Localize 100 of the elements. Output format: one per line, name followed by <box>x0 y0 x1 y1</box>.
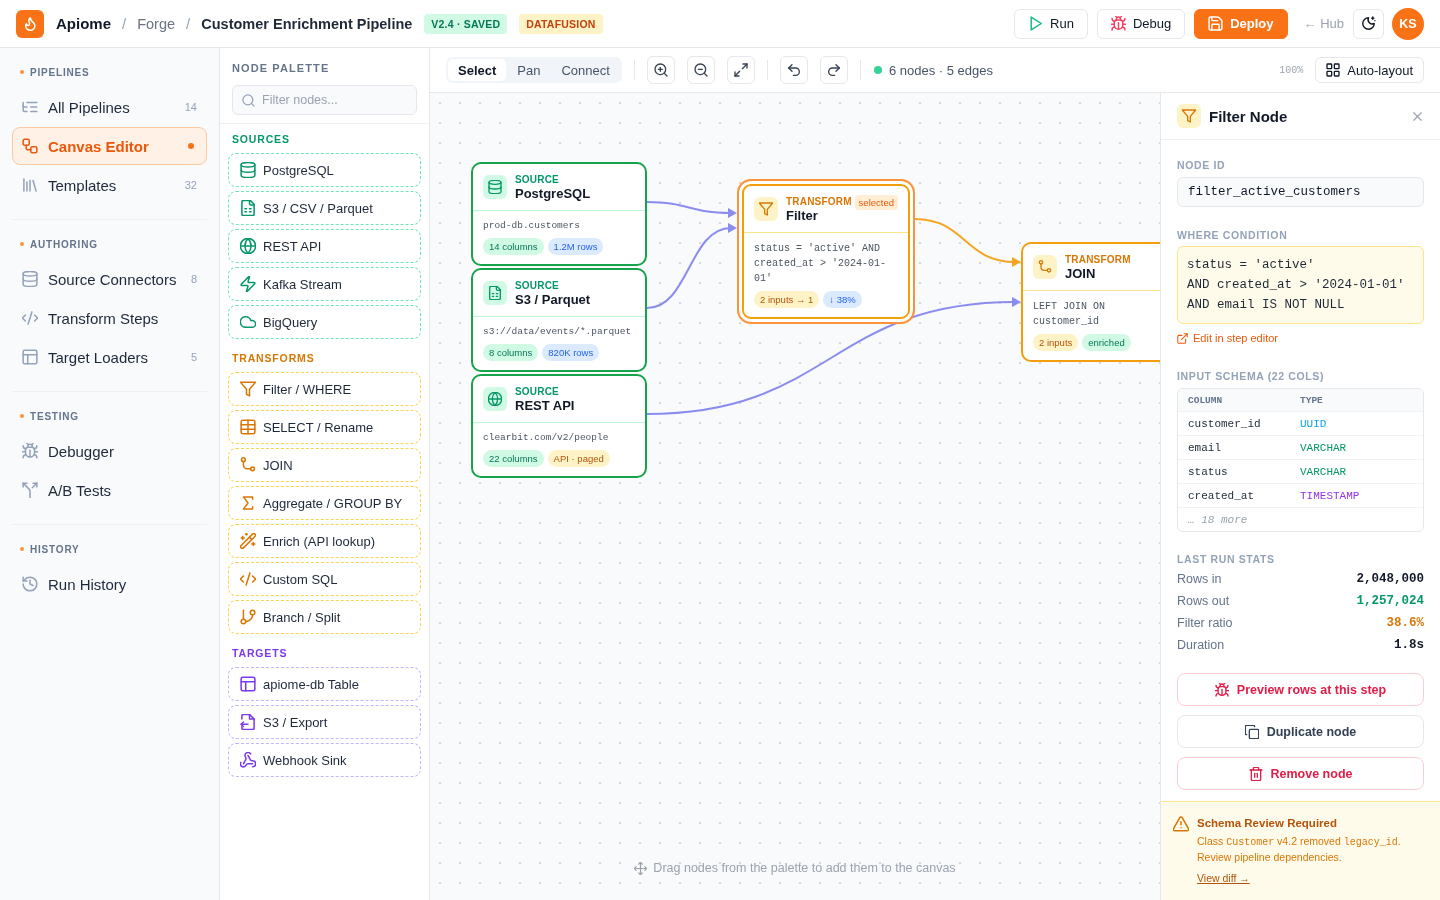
group-heading: SOURCES <box>232 132 291 146</box>
breadcrumb-separator: / <box>122 15 127 32</box>
undo-icon <box>786 63 801 77</box>
section-heading: PIPELINES <box>30 66 90 78</box>
palette-item[interactable]: S3 / Export <box>228 705 421 739</box>
redo-button[interactable] <box>819 56 848 84</box>
panel-title: Filter Node <box>1209 107 1289 125</box>
node-tag: ↓ 38% <box>823 291 862 308</box>
pipeline-node[interactable]: SOURCE PostgreSQL prod-db.customers 14 columns 1.2M rows <box>471 162 647 266</box>
palette-item[interactable]: Enrich (API lookup) <box>228 524 421 558</box>
stat-label: Rows in <box>1177 572 1222 586</box>
group-heading: TRANSFORMS <box>232 351 316 365</box>
palette-item[interactable]: Aggregate / GROUP BY <box>228 486 421 520</box>
field-label: WHERE CONDITION <box>1177 228 1289 242</box>
palette-item[interactable]: BigQuery <box>228 305 421 339</box>
pipeline-node[interactable]: TRANSFORM Filter selected status = 'active' AND created_at > '2024-01-01' 2 inputs → 1 ↓ 38% <box>737 179 915 324</box>
code-icon <box>22 310 38 326</box>
flame-logo-icon[interactable] <box>16 9 44 38</box>
column-header: COLUMN <box>1188 394 1224 406</box>
stat-label: Rows out <box>1177 594 1230 608</box>
file-arrow-icon <box>240 714 256 730</box>
node-type-label: SOURCE <box>515 278 560 292</box>
node-detail: clearbit.com/v2/people <box>483 431 610 445</box>
fit-view-button[interactable] <box>726 56 755 84</box>
node-title: REST API <box>515 397 576 414</box>
table-cell-text: VARCHAR <box>1300 441 1348 454</box>
undo-button[interactable] <box>779 56 808 84</box>
status-badge: DATAFUSION <box>519 13 603 34</box>
bug-action-button[interactable]: Debug <box>1096 8 1186 39</box>
pipeline-node[interactable]: SOURCE REST API clearbit.com/v2/people 22 columns API · paged <box>471 374 647 478</box>
pipeline-node[interactable]: SOURCE S3 / Parquet s3://data/events/*.parquet 8 columns 820K rows <box>471 268 647 372</box>
section-heading: AUTHORING <box>30 238 98 250</box>
node-type-label: SOURCE <box>515 384 560 398</box>
column-header: TYPE <box>1300 394 1324 406</box>
breadcrumb-link[interactable]: Forge <box>137 15 176 32</box>
bug-icon <box>1214 682 1229 697</box>
spreadsheet-icon <box>240 200 256 216</box>
breadcrumb-separator: / <box>186 15 191 32</box>
mode-tab[interactable]: Connect <box>551 59 620 81</box>
node-detail: prod-db.customers <box>483 219 581 233</box>
zoom-out-button[interactable] <box>686 56 715 84</box>
node-type-label: SOURCE <box>515 172 560 186</box>
route-icon <box>240 457 256 473</box>
bug-icon <box>22 443 38 459</box>
node-id-field[interactable]: filter_active_customers <box>1177 177 1424 207</box>
palette-item[interactable]: PostgreSQL <box>228 153 421 187</box>
theme-toggle-button[interactable] <box>1353 8 1384 39</box>
node-tag: API · paged <box>547 450 610 467</box>
node-detail: s3://data/events/*.parquet <box>483 325 633 339</box>
node-title: JOIN <box>1065 265 1097 282</box>
palette-item[interactable]: S3 / CSV / Parquet <box>228 191 421 225</box>
code-icon <box>240 571 256 587</box>
pipeline-node[interactable]: TRANSFORM JOIN LEFT JOIN ON customer_id 2 inputs enriched <box>1021 242 1160 362</box>
nav-item[interactable]: All Pipelines 14 <box>12 88 207 126</box>
palette-item[interactable]: Kafka Stream <box>228 267 421 301</box>
condition-field[interactable]: status = 'active' AND created_at > '2024-01-01' AND email IS NOT NULL <box>1177 246 1424 324</box>
palette-item[interactable]: Webhook Sink <box>228 743 421 777</box>
section-heading: TESTING <box>30 410 79 422</box>
funnel-icon <box>754 197 778 221</box>
nav-item[interactable]: Run History <box>12 565 207 603</box>
nav-item[interactable]: Templates 32 <box>12 166 207 204</box>
database-icon <box>240 162 256 178</box>
palette-item[interactable]: Branch / Split <box>228 600 421 634</box>
palette-item[interactable]: apiome-db Table <box>228 667 421 701</box>
nav-item[interactable]: Source Connectors 8 <box>12 260 207 298</box>
mode-tab[interactable]: Pan <box>507 59 551 81</box>
nav-item[interactable]: A/B Tests <box>12 471 207 509</box>
play-action-button[interactable]: Run <box>1014 8 1088 39</box>
field-label: NODE ID <box>1177 158 1227 172</box>
auto-layout-button[interactable]: Auto-layout <box>1315 57 1424 83</box>
nav-item[interactable]: Target Loaders 5 <box>12 338 207 376</box>
bug-action-button[interactable]: Preview rows at this step <box>1177 673 1424 706</box>
nav-item[interactable]: Debugger <box>12 432 207 470</box>
breadcrumb-link[interactable]: Customer Enrichment Pipeline <box>201 15 413 32</box>
filter-input[interactable]: Filter nodes... <box>232 85 417 115</box>
node-tag: 14 columns <box>483 238 544 255</box>
palette-item[interactable]: SELECT / Rename <box>228 410 421 444</box>
edit-link[interactable]: Edit in step editor <box>1177 331 1278 345</box>
external-link-icon <box>1177 332 1188 344</box>
graph-status: 6 nodes · 5 edges <box>888 62 993 78</box>
bullet-dot-icon <box>20 547 24 551</box>
more-rows-note: … 18 more <box>1188 513 1249 526</box>
mode-tab[interactable]: Select <box>448 59 507 81</box>
redo-icon <box>826 63 841 77</box>
table-cell-text: TIMESTAMP <box>1300 489 1361 502</box>
bullet-dot-icon <box>20 414 24 418</box>
view-diff-link[interactable]: View diff → <box>1197 871 1250 885</box>
stat-value: 2,048,000 <box>1356 572 1424 586</box>
palette-item[interactable]: Filter / WHERE <box>228 372 421 406</box>
brand-name[interactable]: Apiome <box>56 15 111 32</box>
copy-action-button[interactable]: Duplicate node <box>1177 715 1424 748</box>
zoom-in-button[interactable] <box>646 56 675 84</box>
grid-icon <box>1326 63 1341 77</box>
palette-item[interactable]: JOIN <box>228 448 421 482</box>
palette-item[interactable]: Custom SQL <box>228 562 421 596</box>
nav-item[interactable]: Transform Steps <box>12 299 207 337</box>
palette-item[interactable]: REST API <box>228 229 421 263</box>
trash-action-button[interactable]: Remove node <box>1177 757 1424 790</box>
list-tree-icon <box>22 99 38 115</box>
panel-title: NODE PALETTE <box>232 61 331 76</box>
